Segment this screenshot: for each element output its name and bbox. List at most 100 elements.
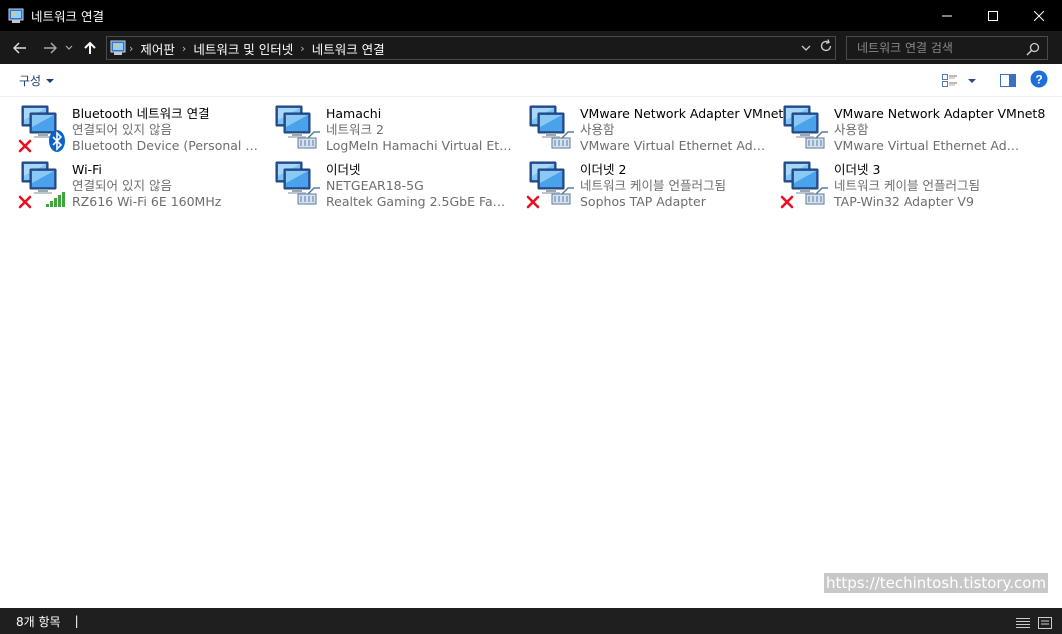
connection-text: VMware Network Adapter VMnet1 사용함 VMware V… [580,100,791,154]
up-button[interactable] [78,36,102,60]
forward-button[interactable] [38,36,62,60]
organize-label: 구성 [19,74,42,88]
connection-item[interactable]: 이더넷 3 네트워크 케이블 언플러그됨 TAP-Win32 Adapter V9 [780,156,1030,210]
recent-dropdown-icon [65,45,73,50]
forward-arrow-icon [44,41,57,54]
refresh-icon[interactable] [819,39,833,56]
connection-device: Bluetooth Device (Personal Area ... [72,138,262,153]
connection-status: 사용함 [834,122,869,137]
connection-status: 사용함 [580,122,615,137]
control-panel-icon[interactable] [8,8,24,24]
large-icons-view-icon [1038,617,1052,629]
search-box[interactable] [846,36,1048,60]
connection-status: 연결되어 있지 않음 [72,122,172,137]
connection-item[interactable]: Hamachi 네트워크 2 LogMeIn Hamachi Virtual Eth… [272,100,522,154]
connection-item[interactable]: Bluetooth 네트워크 연결 연결되어 있지 않음 Bluetooth Dev… [18,100,268,154]
connection-status: 네트워크 케이블 언플러그됨 [834,178,980,193]
connection-status: NETGEAR18-5G [326,178,424,193]
connection-device: TAP-Win32 Adapter V9 [834,194,974,209]
connection-name: 이더넷 3 [834,162,881,177]
tiles-view-icon [942,74,957,87]
up-arrow-icon [84,41,96,54]
connection-name: Bluetooth 네트워크 연결 [72,106,210,121]
command-bar: 구성 ? [0,64,1062,97]
ethernet-adapter-icon [526,156,578,210]
breadcrumb-separator-icon[interactable]: › [179,42,189,55]
network-connections-window: 네트워크 연결 › 제어판 › 네트워크 및 인터넷 › 네트워크 연결 네트워… [0,0,1062,634]
title-bar: 네트워크 연결 [0,0,1062,31]
ethernet-adapter-icon [780,156,832,210]
connection-item[interactable]: 이더넷 2 네트워크 케이블 언플러그됨 Sophos TAP Adapter [526,156,776,210]
address-dropdown-icon[interactable] [801,41,811,55]
details-view-button[interactable] [1016,614,1030,633]
watermark: https://techintosh.tistory.com [824,573,1049,593]
connection-text: Hamachi 네트워크 2 LogMeIn Hamachi Virtual Eth… [326,100,516,154]
control-panel-location-icon [110,40,126,56]
help-icon: ? [1030,70,1048,88]
change-view-button[interactable] [942,74,976,88]
connection-text: 이더넷 NETGEAR18-5G Realtek Gaming 2.5GbE Fam… [326,156,516,210]
organize-menu-button[interactable]: 구성 [19,72,55,89]
connection-name: Hamachi [326,106,382,121]
connection-text: 이더넷 3 네트워크 케이블 언플러그됨 TAP-Win32 Adapter V9 [834,156,980,210]
connection-name: VMware Network Adapter VMnet1 [580,106,792,121]
maximize-button[interactable] [970,0,1016,31]
svg-text:?: ? [1035,73,1042,87]
minimize-button[interactable] [924,0,970,31]
minimize-icon [942,15,952,16]
connection-name: Wi-Fi [72,162,102,177]
connection-text: Bluetooth 네트워크 연결 연결되어 있지 않음 Bluetooth Dev… [72,100,262,154]
connection-status: 네트워크 2 [326,122,384,137]
ethernet-adapter-icon [272,100,324,154]
connections-list: Bluetooth 네트워크 연결 연결되어 있지 않음 Bluetooth Dev… [0,98,1062,608]
connection-item[interactable]: VMware Network Adapter VMnet8 사용함 VMware V… [780,100,1045,154]
breadcrumb-control-panel[interactable]: 제어판 [136,39,179,58]
connection-device: LogMeIn Hamachi Virtual Ethern... [326,138,516,153]
search-input[interactable] [847,41,1017,55]
status-bar: 8개 항목 | [0,608,1062,634]
connection-device: Realtek Gaming 2.5GbE Family C... [326,194,516,209]
connection-name: VMware Network Adapter VMnet8 [834,106,1046,121]
view-dropdown-icon [968,79,976,83]
window-title: 네트워크 연결 [31,9,104,24]
connection-text: Wi-Fi 연결되어 있지 않음 RZ616 Wi-Fi 6E 160MHz [72,156,221,210]
ethernet-adapter-icon [780,100,832,154]
connection-item[interactable]: 이더넷 NETGEAR18-5G Realtek Gaming 2.5GbE Fam… [272,156,522,210]
connection-status: 네트워크 케이블 언플러그됨 [580,178,726,193]
back-button[interactable] [8,36,32,60]
breadcrumb-separator-icon[interactable]: › [297,42,307,55]
connection-text: VMware Network Adapter VMnet8 사용함 VMware V… [834,100,1045,154]
address-bar: › 제어판 › 네트워크 및 인터넷 › 네트워크 연결 [0,31,1062,64]
connection-item[interactable]: Wi-Fi 연결되어 있지 않음 RZ616 Wi-Fi 6E 160MHz [18,156,268,210]
chevron-down-icon [46,78,55,83]
bluetooth-adapter-icon [18,100,70,154]
item-count: 8개 항목 [16,614,61,629]
connection-device: Sophos TAP Adapter [580,194,706,209]
connection-status: 연결되어 있지 않음 [72,178,172,193]
connection-item[interactable]: VMware Network Adapter VMnet1 사용함 VMware V… [526,100,791,154]
wifi-adapter-icon [18,156,70,210]
back-arrow-icon [13,41,26,54]
breadcrumb-network-connections[interactable]: 네트워크 연결 [308,39,389,58]
breadcrumb-network-internet[interactable]: 네트워크 및 인터넷 [189,39,297,58]
connection-device: RZ616 Wi-Fi 6E 160MHz [72,194,222,209]
close-icon [1034,10,1044,21]
connection-name: 이더넷 [326,162,361,177]
maximize-icon [988,10,998,21]
preview-pane-button[interactable] [1000,72,1016,91]
help-button[interactable]: ? [1030,70,1048,92]
ethernet-adapter-icon [526,100,578,154]
connection-text: 이더넷 2 네트워크 케이블 언플러그됨 Sophos TAP Adapter [580,156,726,210]
connection-device: VMware Virtual Ethernet Adapter... [580,138,770,153]
close-button[interactable] [1016,0,1062,31]
connection-name: 이더넷 2 [580,162,627,177]
status-separator: | [74,614,79,628]
details-view-icon [1016,618,1030,628]
large-icons-view-button[interactable] [1038,614,1052,633]
recent-locations-button[interactable] [62,36,76,60]
address-box[interactable]: › 제어판 › 네트워크 및 인터넷 › 네트워크 연결 [106,36,836,60]
connection-device: VMware Virtual Ethernet Adapter... [834,138,1024,153]
breadcrumb-separator-icon[interactable]: › [126,42,136,55]
ethernet-adapter-icon [272,156,324,210]
search-icon[interactable] [1026,41,1040,60]
